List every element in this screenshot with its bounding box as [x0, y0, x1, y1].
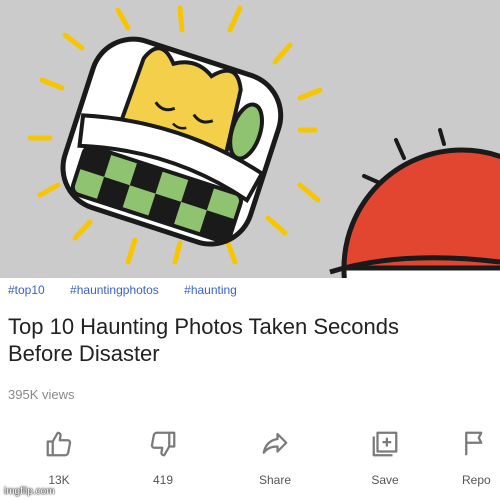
view-count: 395K views	[8, 387, 75, 402]
report-label: Repo	[462, 473, 491, 487]
dislike-button[interactable]: 419	[128, 425, 198, 495]
video-title-line: Before Disaster	[8, 341, 160, 366]
share-arrow-icon	[262, 432, 288, 454]
like-button[interactable]: 13K	[24, 425, 94, 495]
share-button[interactable]: Share	[240, 425, 310, 495]
hashtag-link[interactable]: #haunting	[184, 283, 237, 297]
save-button[interactable]: Save	[350, 425, 420, 495]
report-button[interactable]: Repo	[450, 425, 500, 495]
save-label: Save	[371, 473, 399, 487]
dislike-count: 419	[152, 473, 174, 487]
video-title-line: Top 10 Haunting Photos Taken Seconds	[8, 314, 399, 339]
hashtag-row: #top10 #hauntingphotos #haunting	[8, 283, 259, 297]
thumbs-down-icon	[150, 431, 176, 457]
video-title[interactable]: Top 10 Haunting Photos Taken Seconds Bef…	[8, 313, 500, 367]
thumbs-up-icon	[46, 431, 72, 457]
imgflip-watermark: imgflip.com	[4, 486, 55, 497]
add-to-playlist-icon	[372, 431, 398, 457]
video-thumbnail[interactable]	[0, 0, 500, 278]
hashtag-link[interactable]: #top10	[8, 283, 45, 297]
like-count: 13K	[48, 473, 70, 487]
hashtag-link[interactable]: #hauntingphotos	[70, 283, 159, 297]
flag-icon	[465, 431, 483, 456]
action-bar: 13K 419 Share Save Repo	[0, 425, 500, 495]
share-label: Share	[258, 473, 292, 487]
